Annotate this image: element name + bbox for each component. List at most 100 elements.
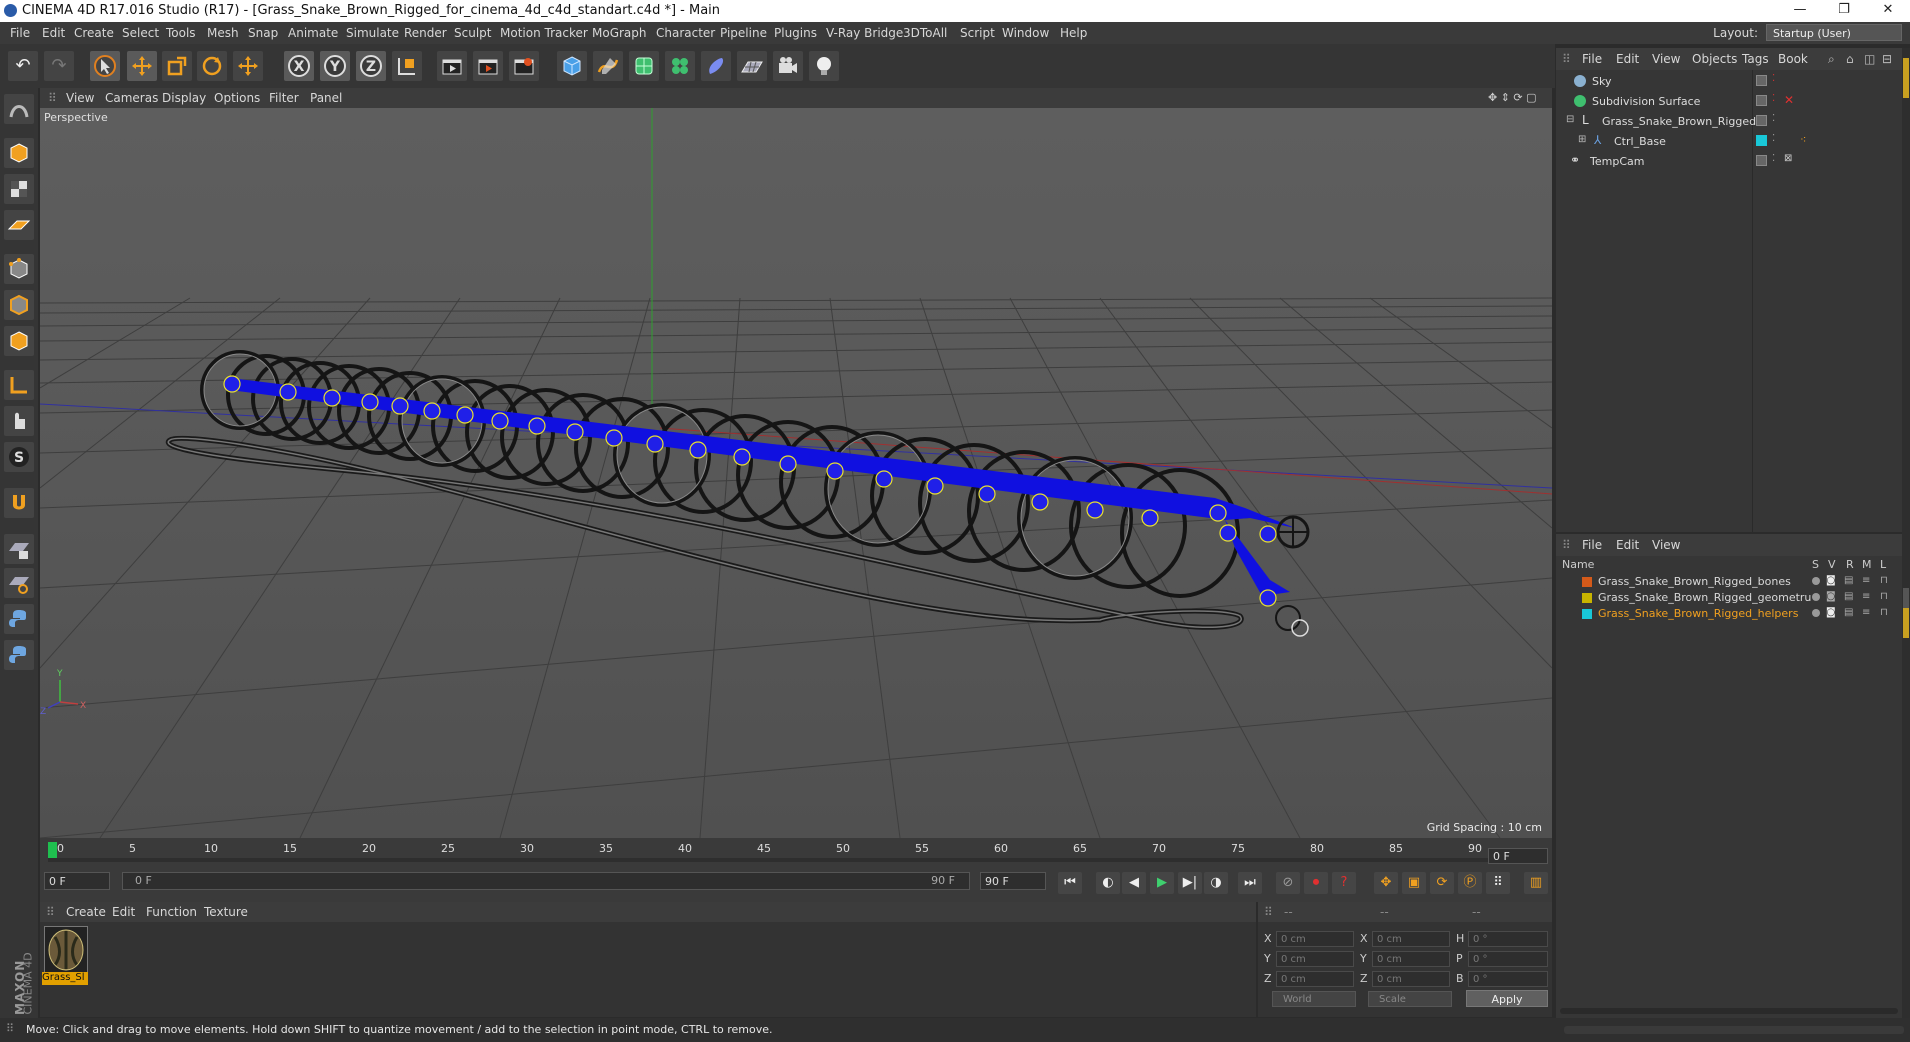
object-layer-swatch[interactable]: [1756, 115, 1767, 126]
render-settings-icon[interactable]: [509, 51, 539, 81]
undo-icon[interactable]: ↶: [8, 51, 38, 81]
menu-simulate[interactable]: Simulate: [346, 26, 399, 40]
layers-tab[interactable]: [1903, 608, 1909, 638]
size-x-field[interactable]: 0 cm: [1372, 931, 1450, 947]
timeline-ruler[interactable]: 0 5 10 15 20 25 30 35 40 45 50 55 60 65 …: [40, 838, 1552, 866]
layer-color-swatch[interactable]: [1582, 593, 1592, 603]
restore-button[interactable]: ❐: [1822, 0, 1866, 22]
go-to-previous-key-icon[interactable]: ◐: [1096, 872, 1120, 894]
material-thumbnail[interactable]: [44, 926, 88, 974]
layer-row-geometry[interactable]: Grass_Snake_Brown_Rigged_geometru ◙ ▤ ≡ …: [1556, 590, 1902, 605]
om-new-view-icon[interactable]: ◫: [1864, 52, 1875, 66]
planar-workplane-icon[interactable]: [4, 568, 34, 598]
model-mode-icon[interactable]: [4, 138, 34, 168]
material-name-label[interactable]: Grass_Sl: [42, 972, 88, 985]
start-frame-field[interactable]: 0 F: [44, 872, 110, 890]
lm-menu-file[interactable]: File: [1582, 538, 1602, 552]
om-home-icon[interactable]: ⌂: [1846, 52, 1854, 66]
x-axis-icon[interactable]: X: [284, 51, 314, 81]
viewport-menu-view[interactable]: View: [66, 91, 94, 105]
go-to-end-icon[interactable]: ⏭: [1238, 872, 1262, 894]
menu-render[interactable]: Render: [404, 26, 447, 40]
layer-color-swatch[interactable]: [1582, 577, 1592, 587]
tree-expand-icon[interactable]: ⊟: [1566, 114, 1574, 125]
current-frame-field[interactable]: 0 F: [1488, 848, 1548, 864]
add-icon[interactable]: [233, 51, 263, 81]
axis-mode-icon[interactable]: [4, 370, 34, 400]
object-row-tempcam[interactable]: ⚭ TempCam ⁚ ⊠: [1556, 152, 1902, 171]
subdivision-icon[interactable]: [629, 51, 659, 81]
menu-edit[interactable]: Edit: [42, 26, 65, 40]
layer-visibility-icon[interactable]: ◙: [1826, 575, 1836, 586]
move-icon[interactable]: [127, 51, 157, 81]
status-scrollbar[interactable]: [1564, 1026, 1904, 1034]
menu-select[interactable]: Select: [122, 26, 159, 40]
layer-manager-icon[interactable]: ≡: [1862, 591, 1870, 602]
layer-lock-icon[interactable]: ⊓: [1880, 591, 1888, 602]
size-z-field[interactable]: 0 cm: [1372, 971, 1450, 987]
lock-workplane-icon[interactable]: [4, 534, 34, 564]
cloner-icon[interactable]: [665, 51, 695, 81]
viewport-menu-cameras[interactable]: Cameras: [105, 91, 158, 105]
scale-icon[interactable]: [162, 51, 192, 81]
cube-primitive-icon[interactable]: [557, 51, 587, 81]
visibility-dots-icon[interactable]: ⁚: [1772, 73, 1775, 84]
object-row-subdivision-surface[interactable]: Subdivision Surface ⁚ ✕: [1556, 92, 1902, 111]
menu-help[interactable]: Help: [1060, 26, 1087, 40]
menu-mesh[interactable]: Mesh: [207, 26, 239, 40]
object-row-sky[interactable]: Sky ⁚: [1556, 72, 1902, 91]
menu-create[interactable]: Create: [74, 26, 114, 40]
coordinate-system-dropdown[interactable]: World: [1272, 991, 1356, 1007]
rotate-icon[interactable]: [197, 51, 227, 81]
perspective-viewport[interactable]: Y X Z Perspective Grid Spacing : 10 cm: [40, 108, 1552, 838]
layer-visibility-icon[interactable]: ◙: [1826, 607, 1836, 618]
previous-frame-icon[interactable]: ◀: [1122, 872, 1146, 894]
layer-manager-icon[interactable]: ≡: [1862, 607, 1870, 618]
render-picture-viewer-icon[interactable]: [473, 51, 503, 81]
workplane-icon[interactable]: [4, 210, 34, 240]
menu-vray-bridge[interactable]: V-Ray Bridge: [826, 26, 903, 40]
ik-tag-icon[interactable]: ⁖: [1800, 133, 1806, 146]
preview-range-slider[interactable]: 0 F 90 F: [122, 872, 970, 890]
polygons-mode-icon[interactable]: [4, 326, 34, 356]
material-menu-edit[interactable]: Edit: [112, 905, 135, 919]
viewport-menu-display[interactable]: Display: [162, 91, 206, 105]
object-layer-swatch[interactable]: [1756, 155, 1767, 166]
material-menu-function[interactable]: Function: [146, 905, 197, 919]
menu-motion-tracker[interactable]: Motion Tracker: [500, 26, 588, 40]
auto-keying-icon[interactable]: ⏺: [1304, 872, 1328, 894]
render-view-icon[interactable]: [437, 51, 467, 81]
close-button[interactable]: ✕: [1866, 0, 1910, 22]
layer-lock-icon[interactable]: ⊓: [1880, 607, 1888, 618]
viewport-menu-options[interactable]: Options: [214, 91, 260, 105]
om-menu-file[interactable]: File: [1582, 52, 1602, 66]
menu-tools[interactable]: Tools: [166, 26, 196, 40]
material-menu-create[interactable]: Create: [66, 905, 106, 919]
rot-h-field[interactable]: 0 °: [1468, 931, 1548, 947]
viewport-navigate-icons[interactable]: ✥ ⇕ ⟳ ▢: [1488, 91, 1537, 104]
layer-row-bones[interactable]: Grass_Snake_Brown_Rigged_bones ◙ ▤ ≡ ⊓: [1556, 574, 1902, 589]
layer-row-helpers[interactable]: Grass_Snake_Brown_Rigged_helpers ◙ ▤ ≡ ⊓: [1556, 606, 1902, 621]
next-frame-icon[interactable]: ▶|: [1178, 872, 1202, 894]
python-icon[interactable]: [4, 604, 34, 634]
disabled-x-icon[interactable]: ✕: [1784, 93, 1794, 107]
record-keys-icon[interactable]: ⊘: [1276, 872, 1300, 894]
layer-render-icon[interactable]: ▤: [1844, 607, 1853, 618]
end-frame-field[interactable]: 90 F: [980, 872, 1046, 890]
layer-horizontal-scrollbar[interactable]: [1560, 1008, 1898, 1014]
object-row-ctrl-base[interactable]: ⊞ ⅄ Ctrl_Base ⁚ ⁖: [1556, 132, 1902, 151]
layer-render-icon[interactable]: ▤: [1844, 591, 1853, 602]
texture-mode-icon[interactable]: [4, 174, 34, 204]
z-axis-icon[interactable]: Z: [356, 51, 386, 81]
tree-expand-icon[interactable]: ⊞: [1578, 134, 1586, 145]
make-editable-icon[interactable]: [4, 94, 34, 124]
layer-visibility-icon[interactable]: ◙: [1826, 591, 1836, 602]
menu-pipeline[interactable]: Pipeline: [720, 26, 767, 40]
go-to-start-icon[interactable]: ⏮: [1058, 872, 1082, 894]
play-icon[interactable]: ▶: [1150, 872, 1174, 894]
menu-character[interactable]: Character: [656, 26, 715, 40]
target-tag-icon[interactable]: ⊠: [1784, 153, 1792, 164]
object-layer-swatch[interactable]: [1756, 75, 1767, 86]
menu-snap[interactable]: Snap: [248, 26, 278, 40]
layer-render-icon[interactable]: ▤: [1844, 575, 1853, 586]
